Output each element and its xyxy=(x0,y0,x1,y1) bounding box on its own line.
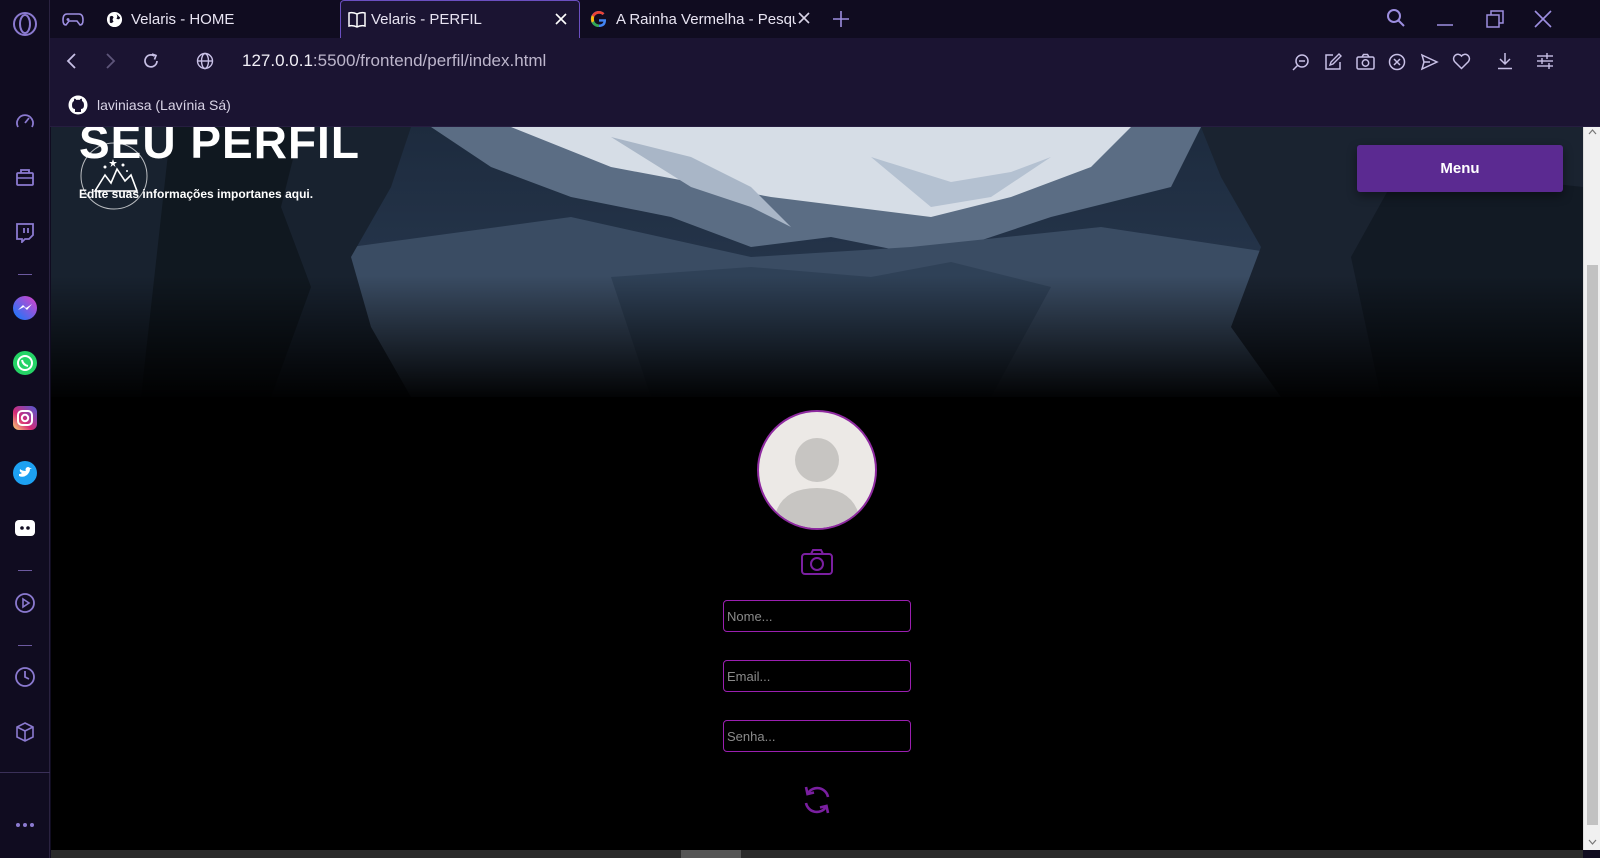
url-path: :5500/frontend/perfil/index.html xyxy=(312,51,547,70)
password-field[interactable] xyxy=(723,720,911,752)
whatsapp-icon[interactable] xyxy=(10,348,40,378)
cube-icon[interactable] xyxy=(10,717,40,747)
forward-icon[interactable] xyxy=(102,52,118,75)
bookmark-label: laviniasa (Lavínia Sá) xyxy=(97,97,231,113)
sidebar-separator xyxy=(18,274,32,275)
sidebar-separator xyxy=(18,570,32,571)
scrollbar-thumb[interactable] xyxy=(1587,265,1598,825)
new-tab-icon[interactable] xyxy=(832,10,850,33)
instagram-icon[interactable] xyxy=(10,403,40,433)
sidebar-separator xyxy=(0,772,50,773)
scrollbar-thumb[interactable] xyxy=(681,850,741,858)
history-icon[interactable] xyxy=(10,662,40,692)
horizontal-scrollbar[interactable] xyxy=(51,850,1583,858)
site-info-globe-icon[interactable] xyxy=(196,52,214,75)
discord-icon[interactable] xyxy=(10,513,40,543)
back-icon[interactable] xyxy=(64,52,80,75)
tab-title: A Rainha Vermelha - Pesqu xyxy=(616,10,796,28)
url-host: 127.0.0.1 xyxy=(242,51,313,70)
globe-icon xyxy=(106,11,123,28)
close-window-icon[interactable] xyxy=(1534,10,1552,33)
bag-icon[interactable] xyxy=(10,162,40,192)
hero-banner: SEU PERFIL Edite suas informações import… xyxy=(51,127,1583,397)
close-icon[interactable] xyxy=(553,11,569,27)
google-icon xyxy=(590,10,608,28)
more-icon[interactable] xyxy=(10,810,40,840)
address-bar: 127.0.0.1:5500/frontend/perfil/index.htm… xyxy=(50,38,1600,85)
avatar[interactable] xyxy=(757,410,877,530)
scroll-down-icon[interactable] xyxy=(1588,839,1597,845)
bookmarks-bar: laviniasa (Lavínia Sá) xyxy=(50,85,1600,127)
gamepad-icon[interactable] xyxy=(62,10,84,33)
easy-setup-icon[interactable] xyxy=(1536,52,1554,75)
update-refresh-icon[interactable] xyxy=(800,783,834,817)
messenger-icon[interactable] xyxy=(10,293,40,323)
adblock-icon[interactable] xyxy=(1388,53,1406,76)
opera-logo-icon[interactable] xyxy=(10,9,40,39)
tab-google-search[interactable]: A Rainha Vermelha - Pesqu xyxy=(588,0,816,38)
page-viewport: SEU PERFIL Edite suas informações import… xyxy=(51,127,1583,850)
name-field[interactable] xyxy=(723,600,911,632)
browser-window: Velaris - HOME Velaris - PERFIL A Rainha… xyxy=(0,0,1600,858)
heart-icon[interactable] xyxy=(1452,53,1471,75)
download-icon[interactable] xyxy=(1496,52,1514,75)
menu-button[interactable]: Menu xyxy=(1357,145,1563,192)
edit-icon[interactable] xyxy=(1324,53,1342,76)
default-user-icon xyxy=(773,438,861,528)
snapshot-camera-icon[interactable] xyxy=(1356,53,1375,75)
email-field[interactable] xyxy=(723,660,911,692)
page-subtitle: Edite suas informações importanes aqui. xyxy=(79,187,314,201)
twitch-icon[interactable] xyxy=(10,217,40,247)
camera-icon[interactable] xyxy=(800,547,834,577)
search-tabs-icon[interactable] xyxy=(1386,8,1406,33)
url-field[interactable]: 127.0.0.1:5500/frontend/perfil/index.htm… xyxy=(242,51,546,71)
tab-velaris-perfil[interactable]: Velaris - PERFIL xyxy=(340,0,580,38)
bookmark-github[interactable]: laviniasa (Lavínia Sá) xyxy=(68,95,231,115)
send-icon[interactable] xyxy=(1420,53,1439,76)
restore-icon[interactable] xyxy=(1486,10,1504,33)
scroll-up-icon[interactable] xyxy=(1588,129,1597,135)
twitter-icon[interactable] xyxy=(10,458,40,488)
tab-title: Velaris - PERFIL xyxy=(371,11,482,28)
sidebar-separator xyxy=(18,645,32,646)
minimize-icon[interactable] xyxy=(1436,10,1454,33)
close-icon[interactable] xyxy=(796,10,812,26)
tab-title: Velaris - HOME xyxy=(131,10,235,28)
speed-dial-icon[interactable] xyxy=(10,107,40,137)
tab-strip: Velaris - HOME Velaris - PERFIL A Rainha… xyxy=(50,0,1600,38)
reload-icon[interactable] xyxy=(142,52,160,75)
github-icon xyxy=(68,95,88,115)
vertical-scrollbar[interactable] xyxy=(1583,127,1600,850)
opera-sidebar xyxy=(0,0,50,858)
page-title: SEU PERFIL xyxy=(79,127,360,168)
zoom-icon[interactable] xyxy=(1292,53,1310,76)
player-icon[interactable] xyxy=(10,588,40,618)
book-icon xyxy=(347,11,367,28)
